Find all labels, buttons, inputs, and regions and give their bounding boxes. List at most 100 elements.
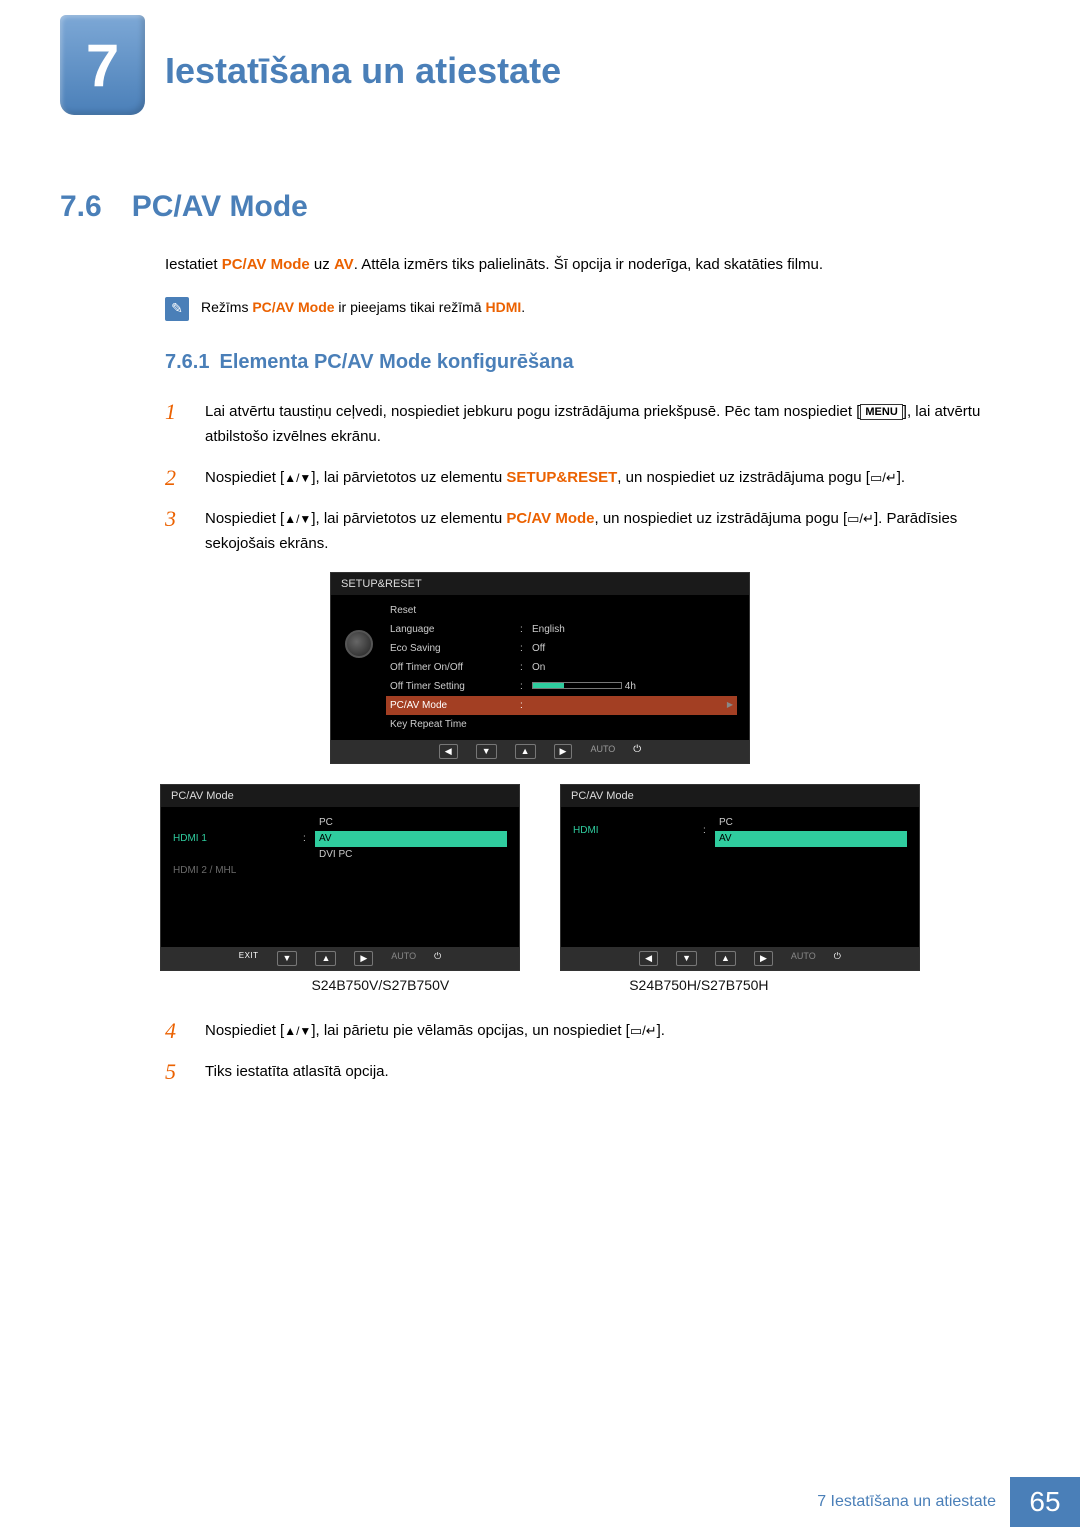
target-setup-reset: SETUP&RESET <box>506 469 617 486</box>
down-icon: ▼ <box>476 744 497 759</box>
osd-sub-label: HDMI 1 <box>173 831 303 847</box>
note-mode: PC/AV Mode <box>252 299 334 315</box>
osd-item-label: Key Repeat Time <box>390 717 520 732</box>
osd-sub-label: HDMI 2 / MHL <box>173 863 303 879</box>
osd-item-value: On <box>532 660 733 675</box>
osd-footer-buttons: ◀ ▼ ▲ ▶ AUTO ⏻ <box>561 947 919 970</box>
note-text: Režīms PC/AV Mode ir pieejams tikai režī… <box>201 297 525 318</box>
note-mid: ir pieejams tikai režīmā <box>335 299 486 315</box>
left-icon: ◀ <box>639 951 658 966</box>
osd-option: AV <box>715 831 907 847</box>
subsection-heading: 7.6.1 Elementa PC/AV Mode konfigurēšana <box>165 351 1020 374</box>
osd-item-value: English <box>532 622 733 637</box>
osd-sub-row: HDMI 1:PCAVDVI PC <box>173 815 507 863</box>
osd-item: Key Repeat Time <box>386 715 737 734</box>
right-icon: ▶ <box>354 951 373 966</box>
chapter-number-badge: 7 <box>60 15 145 115</box>
osd-item-value: 4h <box>532 679 733 694</box>
subsection-title: Elementa PC/AV Mode konfigurēšana <box>219 351 573 373</box>
model-left: S24B750V/S27B750V <box>311 977 449 993</box>
osd-option: DVI PC <box>315 847 507 863</box>
osd-item: Off Timer On/Off:On <box>386 658 737 677</box>
step-number: 4 <box>165 1018 185 1044</box>
power-icon: ⏻ <box>633 744 641 759</box>
step-3: 3 Nospiediet [▲/▼], lai pārvietotos uz e… <box>165 506 1020 557</box>
osd-sub-row: HDMI:PCAV <box>573 815 907 847</box>
steps-list-cont: 4 Nospiediet [▲/▼], lai pārietu pie vēla… <box>165 1018 1020 1085</box>
up-icon: ▲ <box>715 951 736 966</box>
down-icon: ▼ <box>277 951 298 966</box>
enter-icon: ▭/↵ <box>630 1020 657 1042</box>
t: ]. <box>897 469 905 486</box>
t: , un nospiediet uz izstrādājuma pogu [ <box>594 510 847 527</box>
power-icon: ⏻ <box>434 951 441 966</box>
osd-item-label: Language <box>390 622 520 637</box>
up-icon: ▲ <box>315 951 336 966</box>
auto-label: AUTO <box>391 951 416 966</box>
note-value: HDMI <box>485 299 521 315</box>
down-icon: ▼ <box>676 951 697 966</box>
section-number: 7.6 <box>60 190 102 223</box>
exit-label: EXIT <box>239 951 259 966</box>
step-text: Lai atvērtu taustiņu ceļvedi, nospiediet… <box>205 399 1020 450</box>
power-icon: ⏻ <box>834 951 841 966</box>
chevron-right-icon: ▶ <box>727 699 733 711</box>
osd-option: AV <box>315 831 507 847</box>
left-icon: ◀ <box>439 744 458 759</box>
intro-value: AV <box>334 256 354 273</box>
step-number: 1 <box>165 399 185 450</box>
t: ], lai pārvietotos uz elementu <box>311 469 506 486</box>
step-text: Nospiediet [▲/▼], lai pārvietotos uz ele… <box>205 465 1020 491</box>
up-icon: ▲ <box>515 744 536 759</box>
t: , un nospiediet uz izstrādājuma pogu [ <box>617 469 870 486</box>
footer-chapter-label: 7 Iestatīšana un atiestate <box>817 1493 1010 1511</box>
osd-sub-options: PCAV <box>715 815 907 847</box>
step-4: 4 Nospiediet [▲/▼], lai pārietu pie vēla… <box>165 1018 1020 1044</box>
enter-icon: ▭/↵ <box>870 467 897 489</box>
osd-sub-label: HDMI <box>573 823 703 839</box>
colon: : <box>520 698 532 713</box>
osd-item-label: Off Timer On/Off <box>390 660 520 675</box>
step-text: Nospiediet [▲/▼], lai pārietu pie vēlamā… <box>205 1018 1020 1044</box>
osd-footer-buttons: EXIT ▼ ▲ ▶ AUTO ⏻ <box>161 947 519 970</box>
step-text: Tiks iestatīta atlasītā opcija. <box>205 1059 1020 1085</box>
osd-item: Eco Saving:Off <box>386 639 737 658</box>
step-text: Nospiediet [▲/▼], lai pārvietotos uz ele… <box>205 506 1020 557</box>
osd-title: PC/AV Mode <box>561 785 919 807</box>
colon: : <box>520 641 532 656</box>
osd-item-value: Off <box>532 641 733 656</box>
osd-option: PC <box>315 815 507 831</box>
osd-sub-left: PC/AV Mode HDMI 1:PCAVDVI PCHDMI 2 / MHL… <box>160 784 520 971</box>
colon: : <box>520 660 532 675</box>
note-row: ✎ Režīms PC/AV Mode ir pieejams tikai re… <box>165 297 1020 321</box>
osd-sub-row: HDMI 2 / MHL <box>173 863 507 879</box>
enter-icon: ▭/↵ <box>847 508 874 530</box>
step-2: 2 Nospiediet [▲/▼], lai pārvietotos uz e… <box>165 465 1020 491</box>
page-number: 65 <box>1010 1477 1080 1527</box>
model-labels: S24B750V/S27B750V S24B750H/S27B750H <box>60 977 1020 993</box>
intro-suffix: . Attēla izmērs tiks palielināts. Šī opc… <box>354 256 823 273</box>
up-down-icon: ▲/▼ <box>284 1024 311 1038</box>
right-icon: ▶ <box>754 951 773 966</box>
menu-button-icon: MENU <box>860 404 902 420</box>
subsection-number: 7.6.1 <box>165 351 209 373</box>
step-number: 5 <box>165 1059 185 1085</box>
osd-sub-right: PC/AV Mode HDMI:PCAV ◀ ▼ ▲ ▶ AUTO ⏻ <box>560 784 920 971</box>
osd-title: SETUP&RESET <box>331 573 749 595</box>
colon: : <box>520 622 532 637</box>
step-number: 3 <box>165 506 185 557</box>
t: Nospiediet [ <box>205 510 284 527</box>
page-footer: 7 Iestatīšana un atiestate 65 <box>0 1477 1080 1527</box>
step-number: 2 <box>165 465 185 491</box>
colon: : <box>303 831 315 847</box>
t: ], lai pārvietotos uz elementu <box>311 510 506 527</box>
steps-list: 1 Lai atvērtu taustiņu ceļvedi, nospiedi… <box>165 399 1020 557</box>
osd-item: Language:English <box>386 620 737 639</box>
chapter-title: Iestatīšana un atiestate <box>165 50 561 92</box>
osd-sub-options: PCAVDVI PC <box>315 815 507 863</box>
right-icon: ▶ <box>554 744 573 759</box>
up-down-icon: ▲/▼ <box>284 512 311 526</box>
osd-item: Reset <box>386 601 737 620</box>
osd-item: PC/AV Mode:▶ <box>386 696 737 715</box>
t: Nospiediet [ <box>205 1022 284 1039</box>
